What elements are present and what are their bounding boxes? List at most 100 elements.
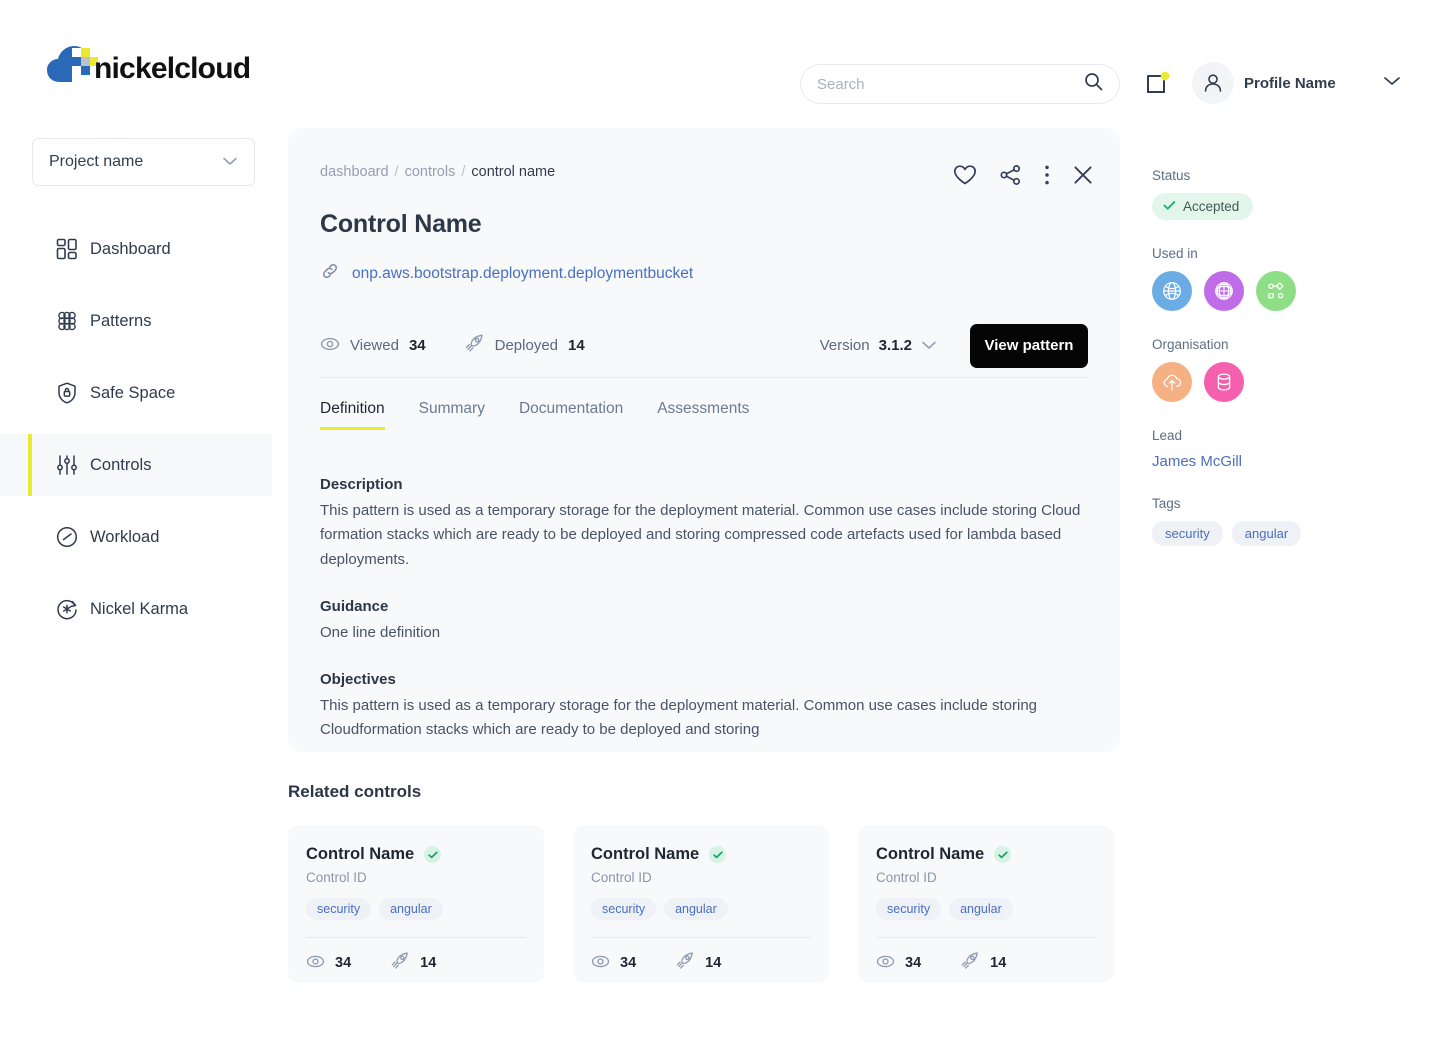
- project-selector[interactable]: Project name: [32, 138, 255, 186]
- brand-logo[interactable]: nickelcloud: [46, 42, 251, 86]
- card-tag[interactable]: angular: [949, 898, 1013, 920]
- stat-value: 14: [568, 337, 585, 354]
- card-stat-deployed: 14: [960, 951, 1006, 975]
- rocket-icon: [675, 951, 695, 975]
- stat-deployed: Deployed 14: [464, 333, 585, 358]
- organisation-label: Organisation: [1152, 337, 1229, 352]
- used-in-block: Used in: [1152, 246, 1424, 311]
- version-label: Version: [819, 337, 870, 354]
- stat-value: 34: [408, 337, 426, 354]
- card-stat-viewed: 34: [876, 952, 921, 975]
- tab-summary[interactable]: Summary: [419, 400, 485, 430]
- breadcrumb-separator: /: [461, 164, 466, 180]
- resource-link-row[interactable]: onp.aws.bootstrap.deployment.deploymentb…: [320, 261, 1088, 286]
- card-control-id: Control ID: [306, 870, 367, 885]
- stat-label: Deployed: [494, 337, 559, 354]
- stat-label: Viewed: [350, 337, 399, 354]
- card-stat-value: 14: [705, 955, 722, 971]
- lead-value[interactable]: James McGill: [1152, 453, 1424, 470]
- sidebar-item-nickel-karma[interactable]: Nickel Karma: [0, 578, 272, 640]
- node-network-icon[interactable]: [1256, 271, 1296, 311]
- share-icon[interactable]: [999, 164, 1022, 186]
- chevron-down-icon[interactable]: [1382, 74, 1402, 92]
- related-controls-heading: Related controls: [288, 782, 422, 801]
- related-control-card[interactable]: Control Name Control ID security angular…: [573, 825, 829, 983]
- card-title: Control Name: [876, 845, 985, 863]
- related-control-card[interactable]: Control Name Control ID security angular…: [288, 825, 544, 983]
- sidebar-item-patterns[interactable]: Patterns: [0, 290, 272, 352]
- card-stat-value: 34: [620, 955, 637, 971]
- card-divider: [591, 937, 811, 938]
- rocket-icon: [464, 333, 485, 358]
- version-selector[interactable]: Version 3.1.2: [820, 337, 937, 354]
- section-heading: Description: [320, 476, 403, 493]
- sidebar-item-safe-space[interactable]: Safe Space: [0, 362, 272, 424]
- search-bar[interactable]: [800, 64, 1120, 104]
- breadcrumb-separator: /: [394, 164, 399, 180]
- definition-sections: Description This pattern is used as a te…: [320, 476, 1088, 743]
- breadcrumb-item-controls[interactable]: controls: [405, 164, 456, 180]
- card-tag[interactable]: angular: [664, 898, 728, 920]
- eye-icon: [320, 334, 340, 358]
- section-body: This pattern is used as a temporary stor…: [320, 502, 1081, 568]
- organisation-block: Organisation: [1152, 337, 1424, 402]
- tab-definition[interactable]: Definition: [320, 400, 385, 430]
- card-stat-viewed: 34: [306, 952, 351, 975]
- profile-name-label: Profile Name: [1244, 74, 1336, 92]
- control-detail-card: dashboard / controls / control name Cont…: [288, 128, 1120, 752]
- tab-assessments[interactable]: Assessments: [657, 400, 749, 430]
- close-icon[interactable]: [1072, 164, 1094, 186]
- database-icon[interactable]: [1204, 362, 1244, 402]
- card-stats: 34 14: [876, 951, 1096, 975]
- sidebar-item-dashboard[interactable]: Dashboard: [0, 218, 272, 280]
- kebab-menu-icon[interactable]: [1044, 164, 1050, 186]
- sidebar-item-controls[interactable]: Controls: [0, 434, 272, 496]
- card-stats: 34 14: [591, 951, 811, 975]
- tag-item[interactable]: security: [1152, 521, 1223, 546]
- search-input[interactable]: [817, 75, 1084, 93]
- card-tag[interactable]: angular: [379, 898, 443, 920]
- notifications-button[interactable]: [1144, 70, 1172, 98]
- globe-wireframe-icon[interactable]: [1152, 271, 1192, 311]
- search-icon[interactable]: [1084, 72, 1103, 96]
- version-value: 3.1.2: [878, 337, 912, 354]
- cloud-upload-icon[interactable]: [1152, 362, 1192, 402]
- card-control-id: Control ID: [591, 870, 652, 885]
- lead-block: Lead James McGill: [1152, 428, 1424, 470]
- view-pattern-button[interactable]: View pattern: [970, 323, 1088, 368]
- card-tag[interactable]: security: [591, 898, 657, 920]
- check-badge-icon: [709, 846, 727, 863]
- sidebar-item-label: Patterns: [90, 311, 152, 330]
- heart-icon[interactable]: [953, 164, 977, 186]
- card-tag-list: security angular: [876, 898, 1096, 920]
- link-icon: [320, 261, 340, 286]
- sidebar-item-label: Controls: [90, 455, 152, 474]
- sidebar-item-workload[interactable]: Workload: [0, 506, 272, 568]
- patterns-hex-icon: [54, 308, 80, 334]
- eye-icon: [591, 952, 610, 975]
- breadcrumb-item-dashboard[interactable]: dashboard: [320, 164, 389, 180]
- page-title: Control Name: [320, 210, 482, 238]
- card-stat-viewed: 34: [591, 952, 636, 975]
- user-avatar-icon: [1192, 62, 1234, 104]
- chevron-down-icon[interactable]: [921, 337, 937, 354]
- lead-label: Lead: [1152, 428, 1183, 443]
- profile-menu[interactable]: Profile Name: [1192, 62, 1402, 104]
- card-tag-list: security angular: [306, 898, 526, 920]
- eye-icon: [876, 952, 895, 975]
- related-control-card[interactable]: Control Name Control ID security angular…: [858, 825, 1114, 983]
- content-tabs: Definition Summary Documentation Assessm…: [320, 400, 1088, 430]
- tab-documentation[interactable]: Documentation: [519, 400, 623, 430]
- card-tag[interactable]: security: [306, 898, 372, 920]
- card-stats: 34 14: [306, 951, 526, 975]
- tags-label: Tags: [1152, 496, 1181, 511]
- tags-block: Tags security angular: [1152, 496, 1424, 546]
- tag-item[interactable]: angular: [1231, 521, 1302, 546]
- tag-list: security angular: [1152, 521, 1424, 546]
- card-tag[interactable]: security: [876, 898, 942, 920]
- card-tag-list: security angular: [591, 898, 811, 920]
- sphere-mesh-icon[interactable]: [1204, 271, 1244, 311]
- card-divider: [306, 937, 526, 938]
- resource-link-text[interactable]: onp.aws.bootstrap.deployment.deploymentb…: [352, 265, 693, 283]
- related-controls-list: Control Name Control ID security angular…: [288, 825, 1114, 983]
